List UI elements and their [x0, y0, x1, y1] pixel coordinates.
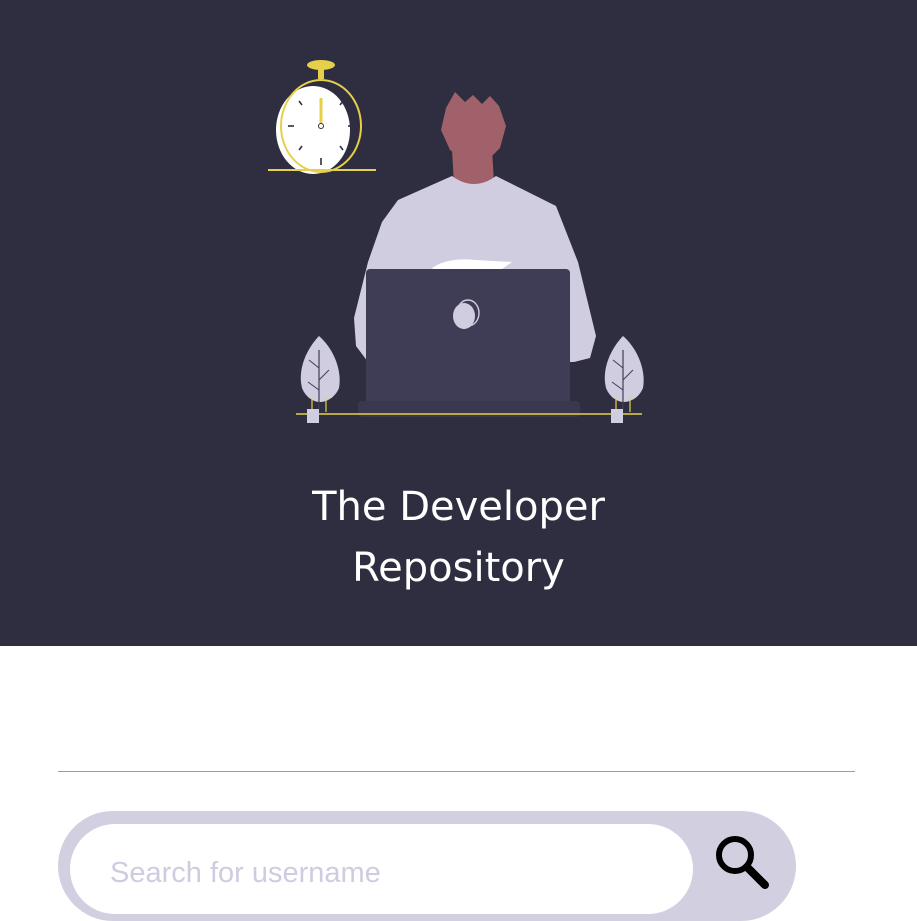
plant-icon [604, 336, 644, 423]
search-input[interactable] [108, 854, 672, 892]
stopwatch-icon [268, 60, 376, 174]
title-line-2: Repository [352, 544, 565, 591]
page-title: The Developer Repository [0, 477, 917, 599]
section-divider [58, 771, 855, 772]
laptop-icon [358, 269, 580, 417]
hero-banner: The Developer Repository [0, 0, 917, 646]
search-bar [58, 811, 796, 921]
search-button[interactable] [713, 833, 773, 893]
plant-icon [300, 336, 340, 423]
title-line-1: The Developer [312, 483, 605, 530]
search-input-container [70, 824, 693, 914]
search-icon [716, 836, 769, 889]
